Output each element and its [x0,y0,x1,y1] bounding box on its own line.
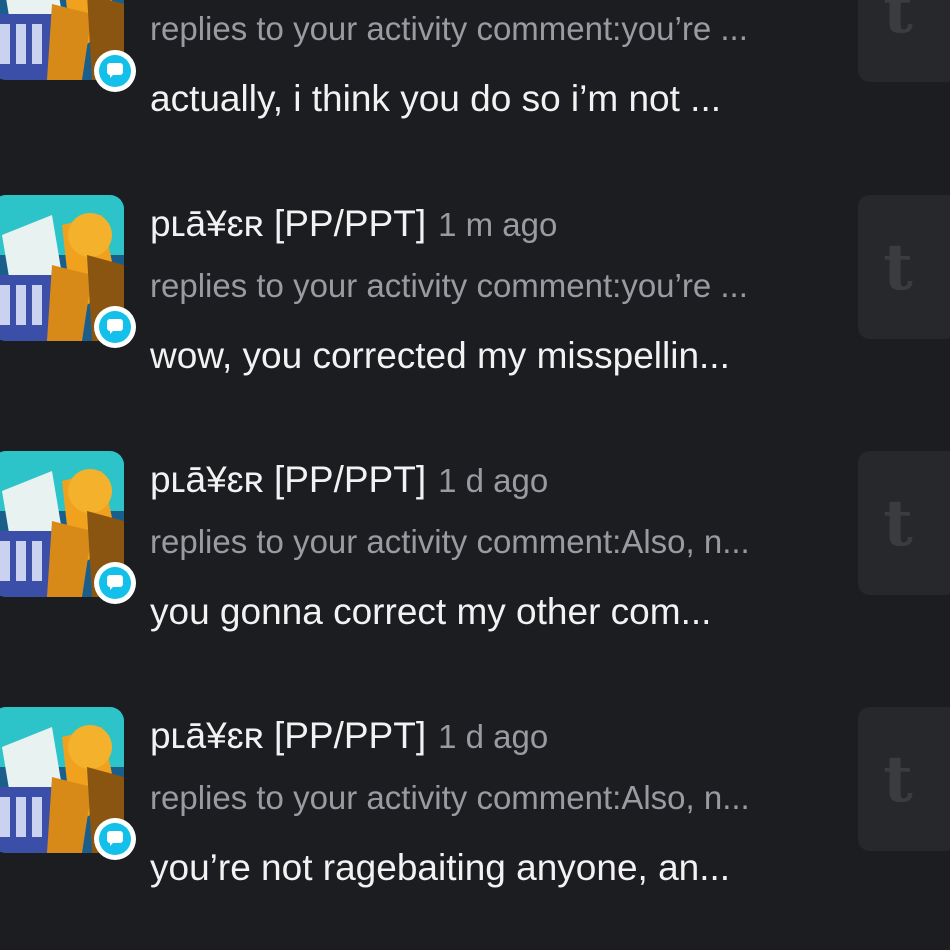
timestamp: 1 m ago [438,206,558,243]
comment-badge [94,306,136,348]
activity-text: replies to your activity comment:you’re … [150,10,748,47]
timestamp: 1 d ago [438,718,549,755]
message-preview: you gonna correct my other com... [150,591,712,632]
tumblr-t-icon: t [883,229,913,305]
activity-text: replies to your activity comment:Also, n… [150,523,750,560]
username[interactable]: pʟā̄¥ɛʀ [PP/PPT] [150,203,426,244]
name-row: pʟā̄¥ɛʀ [PP/PPT] 1 d ago [150,715,548,757]
notification-list: replies to your activity comment:you’re … [0,0,950,950]
notification-item[interactable]: replies to your activity comment:you’re … [0,0,950,150]
activity-text: replies to your activity comment:you’re … [150,267,748,304]
tumblr-t-icon: t [883,485,913,561]
post-thumbnail[interactable]: t [858,707,950,851]
notification-item[interactable]: pʟā̄¥ɛʀ [PP/PPT] 1 m ago replies to your … [0,195,950,376]
comment-icon [107,831,123,846]
comment-badge [94,818,136,860]
message-preview: you’re not ragebaiting anyone, an... [150,847,731,888]
comment-badge [94,562,136,604]
name-row: pʟā̄¥ɛʀ [PP/PPT] 1 d ago [150,459,548,501]
comment-icon [107,575,123,590]
notification-item[interactable]: pʟā̄¥ɛʀ [PP/PPT] 1 d ago replies to your … [0,451,950,632]
notification-item[interactable]: pʟā̄¥ɛʀ [PP/PPT] 1 d ago replies to your … [0,707,950,888]
message-preview: wow, you corrected my misspellin... [150,335,730,376]
post-thumbnail[interactable]: t [858,195,950,339]
tumblr-t-icon: t [883,0,913,48]
comment-icon [107,63,123,78]
timestamp: 1 d ago [438,462,549,499]
name-row: pʟā̄¥ɛʀ [PP/PPT] 1 m ago [150,203,557,245]
activity-text: replies to your activity comment:Also, n… [150,779,750,816]
comment-icon [107,319,123,334]
username[interactable]: pʟā̄¥ɛʀ [PP/PPT] [150,715,426,756]
message-preview: actually, i think you do so i’m not ... [150,78,722,119]
post-thumbnail[interactable]: t [858,0,950,82]
comment-badge [94,50,136,92]
tumblr-t-icon: t [883,741,913,817]
username[interactable]: pʟā̄¥ɛʀ [PP/PPT] [150,459,426,500]
post-thumbnail[interactable]: t [858,451,950,595]
